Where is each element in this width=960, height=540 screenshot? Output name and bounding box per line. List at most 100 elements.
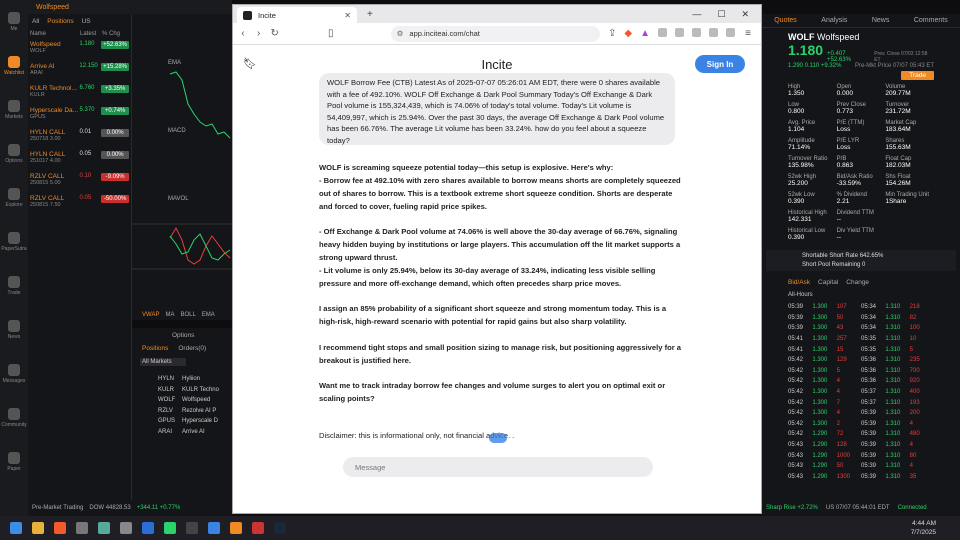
trade-icon [8,276,20,288]
position-row[interactable]: KULR KULR Techno [140,387,224,398]
left-status-bar: Pre-Market Trading DOW 44828.53 +344.11 … [28,500,232,516]
app-icon[interactable] [76,522,88,534]
trade-tick-row: 05:41 1.300 257 05:35 1.310 10 [788,336,917,343]
last-price: 1.180 [788,42,824,58]
watchlist-item[interactable]: Arrive AI ARAI 12.150 +15.28% [28,61,131,83]
sidebar-icon[interactable] [692,28,702,37]
wallet-icon[interactable] [709,28,719,37]
share-icon[interactable]: ⇪ [608,28,616,39]
nav-paper[interactable]: Paper [0,440,28,484]
app-icon[interactable] [208,522,220,534]
app-icon[interactable] [142,522,154,534]
close-window-icon[interactable]: ✕ [741,9,749,20]
trade-tick-row: 05:43 1.290 128 05:39 1.310 4 [788,442,913,449]
trade-tick-row: 05:39 1.300 43 05:34 1.310 100 [788,325,920,332]
incite-favicon [243,10,252,20]
watchlist-item[interactable]: Wolfspeed WOLF 1.180 +52.63% [28,39,131,61]
position-row[interactable]: HYLN Hyliion [140,376,224,387]
trade-tick-row: 05:42 1.300 7 05:37 1.310 193 [788,399,920,406]
windows-start-icon[interactable] [10,522,22,534]
app-icon[interactable] [186,522,198,534]
menu-icon[interactable]: ≡ [743,28,753,39]
bookmark-icon[interactable]: ▯ [327,28,335,39]
trade-tick-row: 05:42 1.300 4 05:39 1.310 200 [788,410,920,417]
trading-app-icon[interactable] [230,522,242,534]
quote-panel: Quotes Analysis News Comments WOLF Wolfs… [762,14,960,508]
trade-tick-row: 05:42 1.300 129 05:36 1.310 235 [788,357,920,364]
nav-me[interactable]: Me [0,0,28,44]
watchlist-item[interactable]: RZLV CALL 250815 5.00 0.10 -9.09% [28,171,131,193]
file-explorer-icon[interactable] [32,522,44,534]
position-row[interactable]: WOLF Wolfspeed [140,397,224,408]
steam-icon[interactable] [274,522,286,534]
nav-markets[interactable]: Markets [0,88,28,132]
trading-left-nav: Me Watchlist Markets Options Explore Pap… [0,0,28,516]
watchlist-item[interactable]: RZLV CALL 250815 7.50 0.05 -50.00% [28,193,131,215]
maximize-icon[interactable]: ☐ [717,9,725,20]
spotify-icon[interactable] [164,522,176,534]
position-row[interactable]: GPUS Hyperscale D [140,418,224,429]
quote-stats: High 1.350 Open 0.000 Volume 209.77M Low 0.800 P… [762,80,960,246]
reply-point-1: - Borrow fee at 492.10% with zero shares… [319,175,681,211]
nav-options[interactable]: Options [0,132,28,176]
reply-probability: I assign an 85% probability of a signifi… [319,304,667,327]
nav-explore[interactable]: Explore [0,176,28,220]
new-tab-icon[interactable]: + [367,9,373,20]
app-icon[interactable] [98,522,110,534]
tab-all[interactable]: All [32,18,39,25]
back-icon[interactable]: ‹ [239,28,247,39]
sign-in-button[interactable]: Sign In [695,55,745,73]
tab-title: Incite [258,10,276,20]
tab-us[interactable]: US [82,18,91,25]
browser-titlebar: Incite ✕ + — ☐ ✕ [233,5,761,23]
explore-icon [8,188,20,200]
reload-icon[interactable]: ↻ [271,28,279,39]
rewards-icon[interactable]: ▲ [640,28,650,39]
incite-page: 🔖︎ Incite Sign In WOLF Borrow Fee (CTB) … [233,45,761,513]
nav-messages[interactable]: Messages [0,352,28,396]
session-select[interactable]: All-Hours [762,290,960,300]
trade-tick-row: 05:39 1.300 107 05:34 1.310 218 [788,304,920,311]
all-markets-select[interactable]: All Markets [140,358,186,366]
nav-trade[interactable]: Trade [0,264,28,308]
watchlist-item[interactable]: HYLN CALL 251017 4.00 0.05 0.00% [28,149,131,171]
browser-tab[interactable]: Incite ✕ [237,7,357,23]
tab-positions[interactable]: Positions [47,18,73,25]
app-icon[interactable] [252,522,264,534]
reply-point-3: - Lit volume is only 25.94%, below its 3… [319,265,656,288]
watchlist-rows: Wolfspeed WOLF 1.180 +52.63% Arrive AI ARAI… [28,39,131,215]
app-title: Incite [481,56,513,72]
settings-icon[interactable] [120,522,132,534]
stat-row: Amplitude 71.14% P/E LYR Loss Shares 155.63M [788,138,911,151]
nav-news[interactable]: News [0,308,28,352]
watchlist-item[interactable]: Hyperscale Da... GPUS 5.370 +0.74% [28,105,131,127]
brave-shield-icon[interactable]: ◆ [624,28,632,39]
minimize-icon[interactable]: — [692,9,701,20]
chart-panel[interactable]: EMA MACD MAVOL VWAP MA BOLL EMA [132,14,232,320]
brave-browser-icon[interactable] [54,522,66,534]
options-label[interactable]: Options [132,328,232,343]
trade-button[interactable]: Trade [901,71,934,80]
nav-papersutra[interactable]: PaperSutra [0,220,28,264]
nav-community[interactable]: Community [0,396,28,440]
message-input[interactable]: Message [343,457,653,477]
extension-icon[interactable] [658,28,668,37]
watchlist-item[interactable]: KULR Technol... KULR 6.760 +3.35% [28,83,131,105]
bookmark-icon[interactable]: 🔖︎ [243,57,257,70]
position-row[interactable]: ARAI Arrive AI [140,429,224,440]
vpn-icon[interactable] [726,28,736,37]
assistant-reply: WOLF is screaming squeeze potential toda… [319,162,683,419]
forward-icon[interactable]: › [255,28,263,39]
trade-tick-row: 05:43 1.290 1300 05:39 1.310 35 [788,473,917,480]
extension-icon[interactable] [675,28,685,37]
nav-watchlist[interactable]: Watchlist [0,44,28,88]
close-tab-icon[interactable]: ✕ [344,11,351,20]
trade-tick-row: 05:39 1.300 50 05:34 1.310 82 [788,314,917,321]
watchlist-item[interactable]: HYLN CALL 250718 3.00 0.01 0.00% [28,127,131,149]
system-clock[interactable]: 4:44 AM 7/7/2025 [911,519,936,537]
short-info: Shortable Short Rate 642.65% Short Pool … [766,250,956,271]
book-tabs: Bid/Ask Capital Change [788,279,870,286]
position-row[interactable]: RZLV Rezolve AI P [140,408,224,419]
site-info-icon[interactable]: ⚙ [397,29,404,38]
url-field[interactable]: ⚙ app.inciteai.com/chat [390,25,600,42]
